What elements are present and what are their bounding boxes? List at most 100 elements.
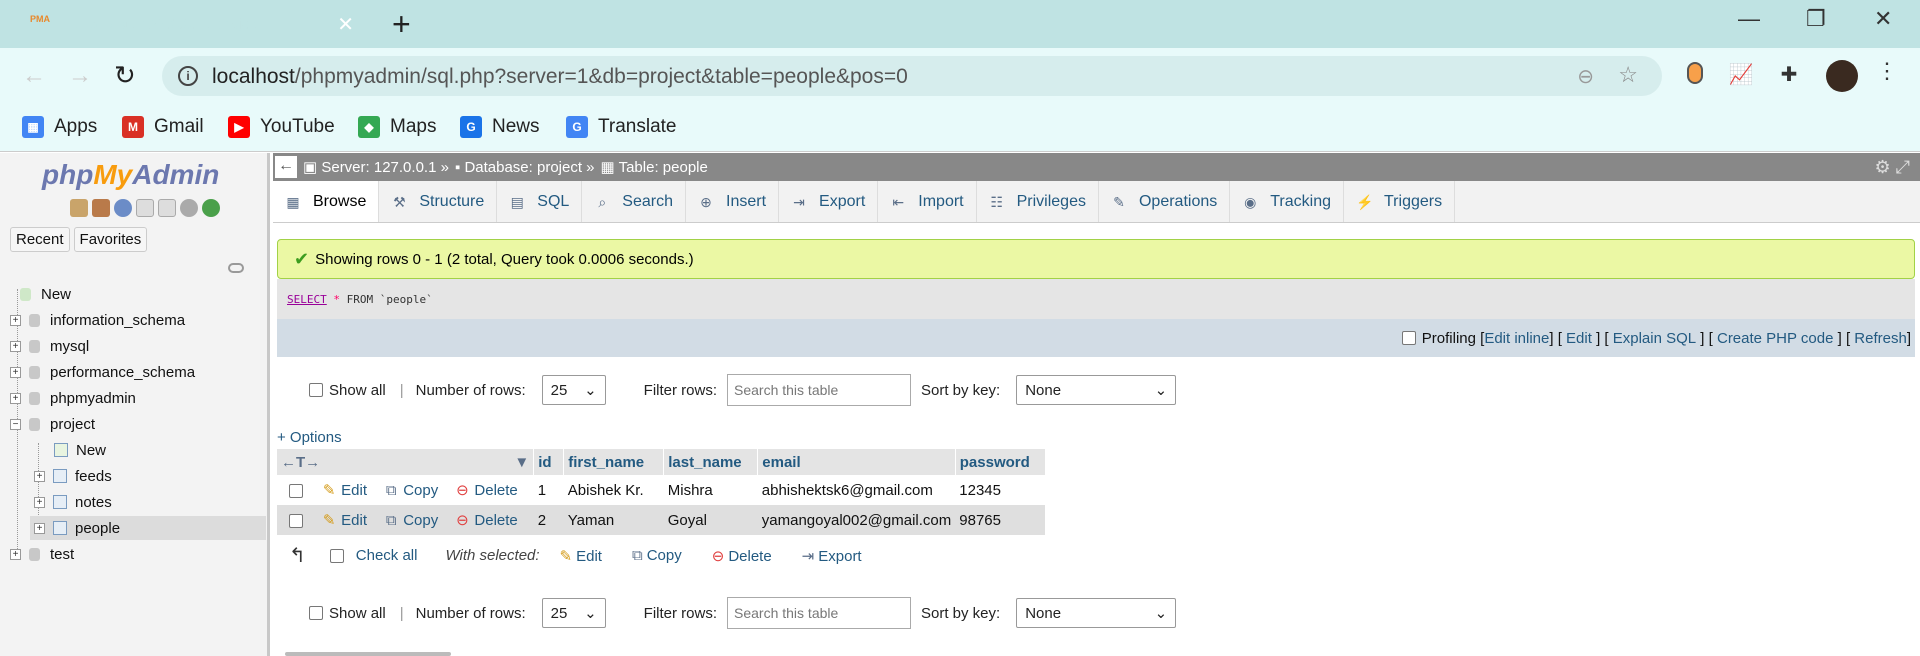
reload-button[interactable]: ↻ <box>114 60 136 91</box>
forward-button[interactable]: → <box>68 62 92 90</box>
cell-last-name[interactable]: Mishra <box>664 475 758 505</box>
tab-privileges[interactable]: ☷ Privileges <box>977 181 1099 222</box>
extensions-puzzle-icon[interactable]: ✚ <box>1776 62 1802 88</box>
expand-icon[interactable]: + <box>10 314 21 326</box>
expand-icon[interactable]: + <box>34 470 45 482</box>
cell-password[interactable]: 12345 <box>955 475 1045 505</box>
tree-db-project[interactable]: − project <box>10 412 95 436</box>
resize-columns-icon[interactable]: ←T→ <box>281 454 320 471</box>
tab-export[interactable]: ⇥ Export <box>779 181 879 222</box>
back-button[interactable]: ← <box>22 62 46 90</box>
extension-chart-icon[interactable]: 📈 <box>1728 62 1754 88</box>
bulk-copy-button[interactable]: ⧉ Copy <box>632 547 682 564</box>
close-window-button[interactable]: ✕ <box>1874 6 1892 32</box>
url-text[interactable]: localhost/phpmyadmin/sql.php?server=1&db… <box>212 65 908 89</box>
phpmyadmin-logo[interactable]: phpMyAdmin <box>42 159 219 191</box>
column-header-last-name[interactable]: last_name <box>663 449 759 475</box>
cell-id[interactable]: 2 <box>533 505 564 535</box>
cell-password[interactable]: 98765 <box>955 505 1046 535</box>
copy-docs-icon[interactable] <box>158 199 176 217</box>
breadcrumb-server[interactable]: ▣ Server: 127.0.0.1 » <box>303 158 449 176</box>
nav-favorites-button[interactable]: Favorites <box>73 227 148 252</box>
check-all-label[interactable]: Check all <box>356 547 418 564</box>
bookmark-star-icon[interactable]: ☆ <box>1618 62 1638 88</box>
help-icon[interactable] <box>114 199 132 217</box>
profile-avatar[interactable] <box>1826 60 1858 92</box>
home-icon[interactable] <box>70 199 88 217</box>
browser-tab[interactable]: PMA localhost / 127.0.0.1 / project ✕ <box>12 4 370 48</box>
check-all-checkbox[interactable] <box>329 548 344 563</box>
tab-browse[interactable]: ▦ Browse <box>273 181 380 222</box>
bookmark-apps[interactable]: ▦ Apps <box>22 116 97 138</box>
options-link[interactable]: + Options <box>277 429 342 446</box>
number-of-rows-select[interactable]: 25 ⌄ <box>541 375 606 405</box>
tab-tracking[interactable]: ◉ Tracking <box>1230 181 1344 222</box>
cell-last-name[interactable]: Goyal <box>663 505 758 535</box>
tree-table-notes[interactable]: + notes <box>34 490 112 514</box>
create-php-code-link[interactable]: Create PHP code <box>1717 330 1833 347</box>
profiling-checkbox[interactable] <box>1401 331 1416 345</box>
bookmark-maps[interactable]: ◆ Maps <box>358 116 436 138</box>
tree-db-mysql[interactable]: + mysql <box>10 334 89 358</box>
bookmark-news[interactable]: G News <box>460 116 540 138</box>
tree-project-new-table[interactable]: New <box>54 438 106 462</box>
filter-rows-input[interactable]: Search this table <box>727 374 911 406</box>
breadcrumb-table[interactable]: ▦ Table: people <box>601 158 708 176</box>
sort-arrow-icon[interactable]: ▼ <box>514 454 529 471</box>
site-info-icon[interactable]: i <box>178 66 198 86</box>
reload-nav-icon[interactable] <box>202 199 220 217</box>
number-of-rows-select[interactable]: 25 ⌄ <box>541 598 606 628</box>
tab-operations[interactable]: ✎ Operations <box>1099 181 1231 222</box>
address-bar[interactable]: i localhost/phpmyadmin/sql.php?server=1&… <box>162 56 1662 96</box>
horizontal-scrollbar[interactable] <box>285 652 451 656</box>
column-header-email[interactable]: email <box>757 449 956 475</box>
row-delete-button[interactable]: ⊖ Delete <box>454 512 518 529</box>
expand-icon[interactable]: + <box>34 522 45 534</box>
tab-search[interactable]: ⌕ Search <box>582 181 686 222</box>
expand-icon[interactable]: + <box>10 366 21 378</box>
breadcrumb-database[interactable]: ▪ Database: project » <box>455 159 595 176</box>
link-with-main-icon[interactable] <box>228 263 244 273</box>
row-delete-button[interactable]: ⊖ Delete <box>454 482 518 499</box>
tree-db-phpmyadmin[interactable]: + phpmyadmin <box>10 386 136 410</box>
row-copy-button[interactable]: ⧉ Copy <box>383 512 438 529</box>
minimize-button[interactable]: — <box>1738 6 1760 32</box>
cell-first-name[interactable]: Yaman <box>563 505 664 535</box>
column-header-id[interactable]: id <box>533 449 565 475</box>
bookmark-gmail[interactable]: M Gmail <box>122 116 204 138</box>
collapse-icon[interactable]: − <box>10 418 21 430</box>
row-checkbox[interactable] <box>289 514 303 529</box>
docs-icon[interactable] <box>136 199 154 217</box>
bulk-delete-button[interactable]: ⊖ Delete <box>712 547 772 565</box>
cell-id[interactable]: 1 <box>534 475 564 505</box>
tree-db-test[interactable]: + test <box>10 542 74 566</box>
tab-close-icon[interactable]: ✕ <box>337 12 354 37</box>
restore-button[interactable]: ❐ <box>1806 6 1826 32</box>
refresh-link[interactable]: Refresh <box>1854 330 1907 347</box>
cell-email[interactable]: yamangoyal002@gmail.com <box>757 505 956 535</box>
show-all-checkbox[interactable] <box>309 383 323 397</box>
bulk-export-button[interactable]: ⇥ Export <box>802 547 862 565</box>
new-tab-button[interactable]: + <box>392 6 411 42</box>
nav-recent-button[interactable]: Recent <box>10 227 70 252</box>
tab-import[interactable]: ⇤ Import <box>878 181 977 222</box>
column-controls-header[interactable]: ←T→ ▼ <box>277 449 535 475</box>
expand-icon[interactable]: + <box>10 548 21 560</box>
row-checkbox[interactable] <box>289 484 303 499</box>
extension-record-icon[interactable] <box>1682 62 1708 88</box>
explain-sql-link[interactable]: Explain SQL <box>1613 330 1696 347</box>
bookmark-youtube[interactable]: ▶ YouTube <box>228 116 335 138</box>
tree-table-feeds[interactable]: + feeds <box>34 464 112 488</box>
chrome-menu-icon[interactable]: ⋮ <box>1876 58 1898 84</box>
edit-query-link[interactable]: Edit <box>1566 330 1592 347</box>
expand-icon[interactable]: + <box>34 496 45 508</box>
tab-structure[interactable]: ⚒ Structure <box>379 181 498 222</box>
cell-email[interactable]: abhishektsk6@gmail.com <box>758 475 956 505</box>
logout-icon[interactable] <box>92 199 110 217</box>
edit-inline-link[interactable]: Edit inline <box>1484 330 1549 347</box>
tree-db-information-schema[interactable]: + information_schema <box>10 308 185 332</box>
row-copy-button[interactable]: ⧉ Copy <box>383 482 438 499</box>
settings-gear-icon[interactable] <box>180 199 198 217</box>
tree-db-performance-schema[interactable]: + performance_schema <box>10 360 195 384</box>
tree-new-database[interactable]: New <box>20 282 71 306</box>
